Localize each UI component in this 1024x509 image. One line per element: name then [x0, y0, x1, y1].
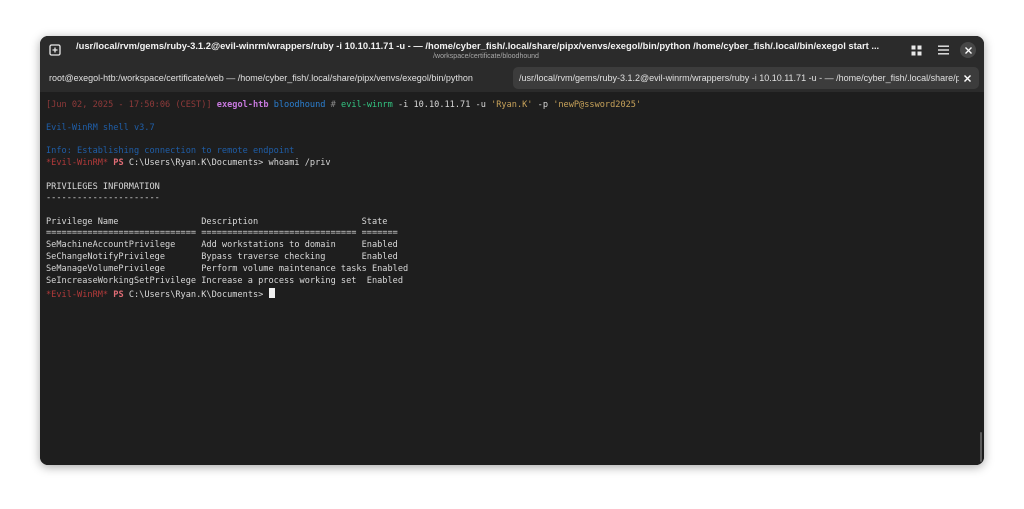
command-user: 'Ryan.K': [491, 100, 533, 110]
privileges-underline: ----------------------: [46, 193, 160, 203]
table-header: Privilege Name Description State: [46, 217, 388, 227]
info-line: Info: Establishing connection to remote …: [46, 146, 295, 156]
text-cursor: [268, 288, 275, 298]
main-menu-button[interactable]: [934, 41, 952, 59]
ps-prefix: *Evil-WinRM*: [46, 290, 109, 300]
tab-web[interactable]: root@exegol-htb:/workspace/certificate/w…: [44, 67, 506, 89]
table-row: SeMachineAccountPrivilege Add workstatio…: [46, 240, 398, 250]
new-tab-button[interactable]: [46, 41, 64, 59]
grid-icon: [911, 45, 921, 55]
ps-label: PS: [113, 158, 124, 168]
new-tab-icon: [49, 44, 61, 56]
tab-label: /usr/local/rvm/gems/ruby-3.1.2@evil-winr…: [519, 73, 959, 83]
scrollbar[interactable]: [980, 432, 982, 462]
terminal-window: /usr/local/rvm/gems/ruby-3.1.2@evil-winr…: [40, 36, 984, 465]
command-name: evil-winrm: [341, 100, 393, 110]
table-row: SeIncreaseWorkingSetPrivilege Increase a…: [46, 276, 403, 286]
command-password: 'newP@ssword2025': [553, 100, 642, 110]
terminal-output[interactable]: [Jun 02, 2025 - 17:50:06 (CEST)] exegol-…: [40, 92, 984, 465]
evil-winrm-banner: Evil-WinRM shell v3.7: [46, 123, 155, 133]
prompt-directory: bloodhound: [273, 100, 326, 110]
command-args: -p: [532, 100, 554, 110]
tab-overview-button[interactable]: [907, 41, 925, 59]
prompt-timestamp: [Jun 02, 2025 - 17:50:06 (CEST)]: [46, 100, 212, 110]
command-args: -i 10.10.11.71 -u: [392, 100, 492, 110]
privileges-header: PRIVILEGES INFORMATION: [46, 182, 160, 192]
prompt-hash: #: [330, 100, 336, 110]
window-subtitle: /workspace/certificate/bloodhound: [433, 53, 539, 60]
tab-close-button[interactable]: [961, 72, 973, 84]
hamburger-menu-icon: [937, 45, 949, 55]
ps-label: PS: [113, 290, 124, 300]
ps-command: whoami /priv: [268, 158, 331, 168]
table-row: SeManageVolumePrivilege Perform volume m…: [46, 264, 409, 274]
window-title: /usr/local/rvm/gems/ruby-3.1.2@evil-winr…: [76, 40, 880, 51]
ps-prompt-line: *Evil-WinRM* PS C:\Users\Ryan.K\Document…: [46, 288, 275, 301]
table-row: SeChangeNotifyPrivilege Bypass traverse …: [46, 252, 398, 262]
close-icon: [964, 46, 972, 54]
close-icon: [963, 74, 971, 82]
ps-prefix: *Evil-WinRM*: [46, 158, 109, 168]
tab-label: root@exegol-htb:/workspace/certificate/w…: [49, 73, 473, 83]
title-bar: /usr/local/rvm/gems/ruby-3.1.2@evil-winr…: [40, 36, 984, 64]
ps-path: C:\Users\Ryan.K\Documents>: [123, 158, 269, 168]
close-window-button[interactable]: [960, 42, 976, 58]
ps-prompt-line: *Evil-WinRM* PS C:\Users\Ryan.K\Document…: [46, 158, 331, 169]
shell-prompt-line: [Jun 02, 2025 - 17:50:06 (CEST)] exegol-…: [46, 100, 641, 111]
tab-bar: root@exegol-htb:/workspace/certificate/w…: [40, 64, 984, 92]
ps-path: C:\Users\Ryan.K\Documents>: [123, 290, 269, 300]
prompt-host: exegol-htb: [216, 100, 269, 110]
table-separator: ============================= ==========…: [46, 228, 398, 238]
tab-evil-winrm[interactable]: /usr/local/rvm/gems/ruby-3.1.2@evil-winr…: [513, 67, 979, 89]
